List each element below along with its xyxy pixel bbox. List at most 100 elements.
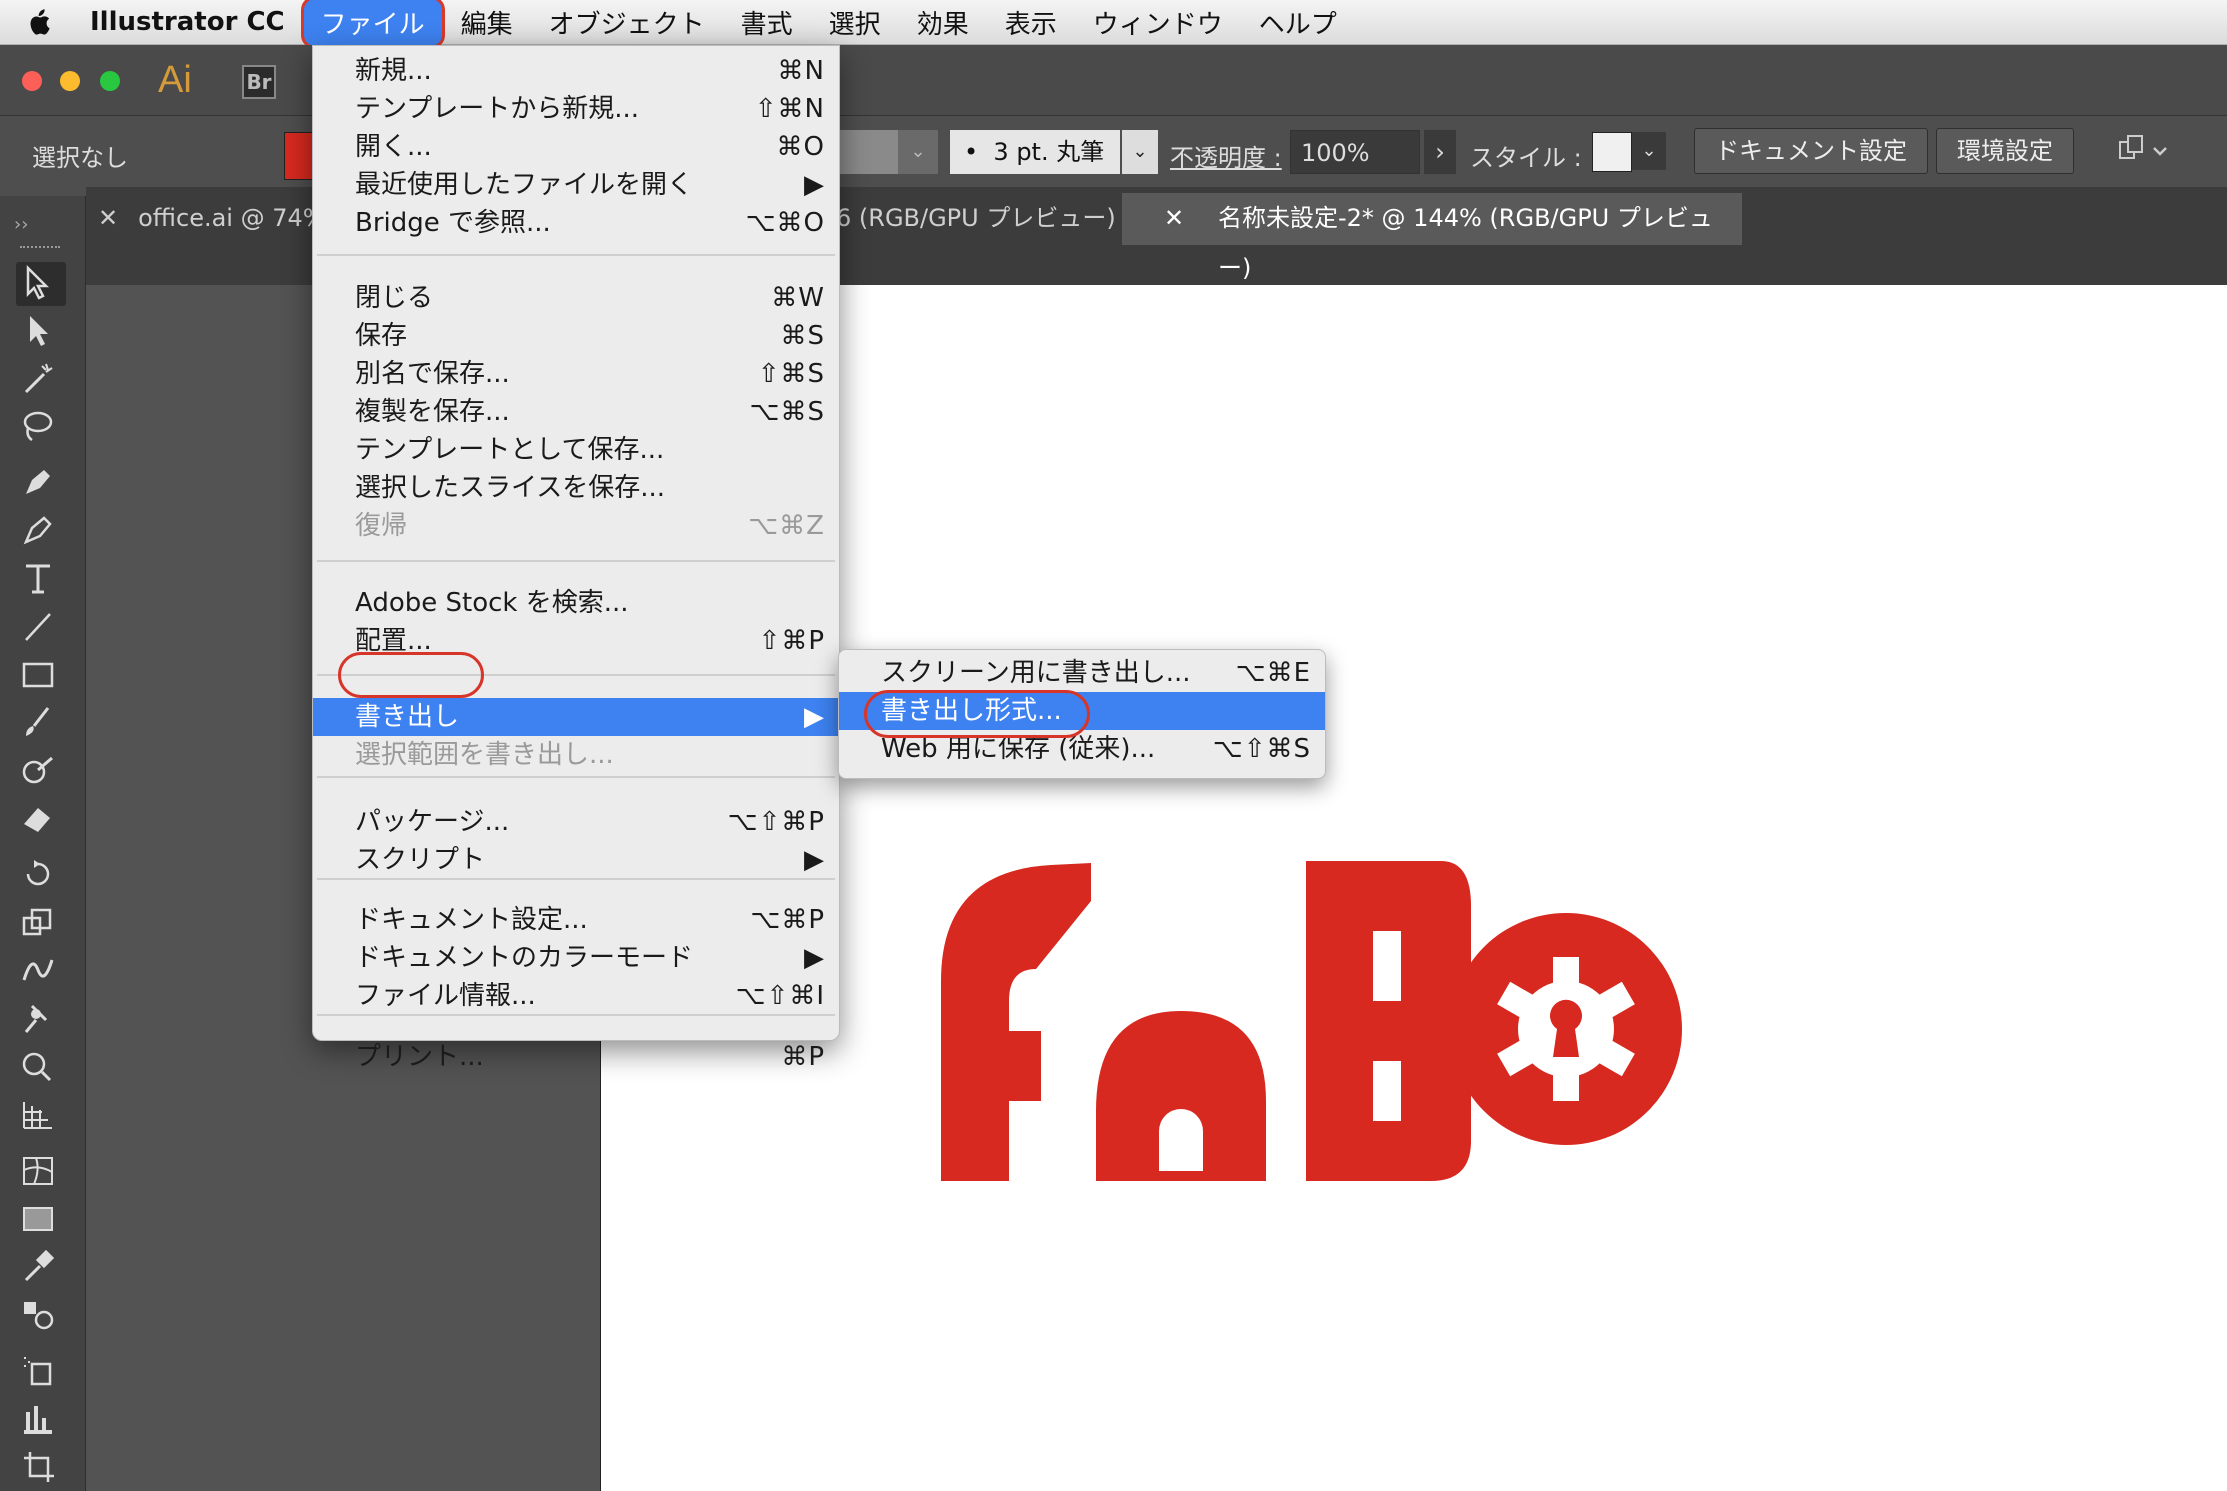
menu-item-shortcut: ⌘W (771, 283, 825, 313)
arrange-documents-icon[interactable] (2116, 134, 2172, 176)
panel-grip[interactable] (20, 246, 60, 252)
menu-item-open-recent[interactable]: 最近使用したファイルを開く ▶ (313, 166, 839, 204)
menu-item-shortcut: ⌘P (781, 1042, 825, 1072)
menu-item-package[interactable]: パッケージ... ⌥⇧⌘P (313, 803, 839, 841)
app-name[interactable]: Illustrator CC (90, 7, 285, 37)
menu-item-close[interactable]: 閉じる ⌘W (313, 279, 839, 317)
fill-color-swatch[interactable] (284, 132, 314, 180)
close-tab-icon[interactable]: ✕ (1164, 193, 1184, 243)
shaper-tool-icon[interactable] (18, 750, 66, 790)
menu-item-shortcut: ⌥⌘Z (748, 511, 825, 541)
rotate-tool-icon[interactable] (18, 854, 66, 894)
menu-effect[interactable]: 効果 (899, 0, 987, 47)
blend-tool-icon[interactable] (18, 1294, 66, 1334)
menu-help[interactable]: ヘルプ (1241, 0, 1355, 47)
perspective-grid-tool-icon[interactable] (18, 1094, 66, 1134)
document-settings-button[interactable]: ドキュメント設定 (1694, 128, 1928, 174)
selection-tool-icon[interactable] (16, 262, 66, 306)
stroke-weight-field[interactable] (838, 130, 898, 174)
menu-item-shortcut: ⌥⌘O (745, 208, 825, 238)
magic-wand-tool-icon[interactable] (18, 358, 66, 398)
menu-view[interactable]: 表示 (987, 0, 1075, 47)
brush-dropdown-icon[interactable]: ⌄ (1122, 130, 1158, 174)
menu-item-save[interactable]: 保存 ⌘S (313, 317, 839, 355)
bridge-button[interactable]: Br (242, 65, 276, 99)
brush-definition-field[interactable]: • 3 pt. 丸筆 (950, 130, 1120, 174)
panel-collapse-icon[interactable]: ›› (14, 214, 28, 235)
stroke-dropdown-icon[interactable]: ⌄ (898, 130, 938, 174)
close-tab-icon[interactable]: ✕ (98, 204, 118, 232)
tab-hidden-document[interactable]: 6 (RGB/GPU プレビュー) (836, 193, 1116, 243)
artboard-tool-icon[interactable] (18, 1446, 66, 1486)
menu-item-label: 書き出し (355, 702, 460, 732)
menu-object[interactable]: オブジェクト (531, 0, 723, 47)
shape-builder-tool-icon[interactable] (18, 1046, 66, 1086)
menu-item-label: スクリプト (355, 845, 486, 875)
tab-office[interactable]: ✕ office.ai @ 74% ( (86, 193, 343, 243)
menu-type[interactable]: 書式 (723, 0, 811, 47)
menu-item-place[interactable]: 配置... ⇧⌘P (313, 622, 839, 660)
submenu-item-export-as[interactable]: 書き出し形式... (839, 692, 1325, 730)
direct-selection-tool-icon[interactable] (18, 310, 66, 350)
preferences-button[interactable]: 環境設定 (1936, 128, 2074, 174)
tab-label: 名称未設定-2* @ 144% (RGB/GPU プレビュー) (1218, 204, 1713, 282)
menu-item-revert: 復帰 ⌥⌘Z (313, 507, 839, 545)
menu-window[interactable]: ウィンドウ (1075, 0, 1241, 47)
pen-tool-icon[interactable] (18, 462, 66, 502)
menu-item-new[interactable]: 新規... ⌘N (313, 52, 839, 90)
menu-select[interactable]: 選択 (811, 0, 899, 47)
export-submenu: スクリーン用に書き出し... ⌥⌘E 書き出し形式... Web 用に保存 (従来).… (838, 649, 1326, 779)
minimize-window-button[interactable] (60, 71, 80, 91)
menu-item-shortcut: ⌥⌘S (749, 397, 825, 427)
menu-item-label: 閉じる (355, 283, 434, 313)
menu-item-new-from-template[interactable]: テンプレートから新規... ⇧⌘N (313, 90, 839, 128)
lasso-tool-icon[interactable] (18, 406, 66, 446)
column-graph-tool-icon[interactable] (18, 1398, 66, 1438)
menu-file[interactable]: ファイル (300, 0, 445, 49)
symbol-sprayer-tool-icon[interactable] (18, 1350, 66, 1390)
puppet-warp-tool-icon[interactable] (18, 998, 66, 1038)
menu-item-scripts[interactable]: スクリプト ▶ (313, 841, 839, 879)
close-window-button[interactable] (22, 71, 42, 91)
mesh-tool-icon[interactable] (18, 1150, 66, 1190)
menu-item-save-a-copy[interactable]: 複製を保存... ⌥⌘S (313, 393, 839, 431)
rectangle-tool-icon[interactable] (18, 654, 66, 694)
eyedropper-tool-icon[interactable] (18, 1246, 66, 1286)
menu-item-browse-in-bridge[interactable]: Bridge で参照... ⌥⌘O (313, 204, 839, 242)
menu-item-label: 複製を保存... (355, 397, 510, 427)
opacity-arrow-icon[interactable]: › (1424, 130, 1456, 174)
menu-item-export[interactable]: 書き出し ▶ (313, 698, 839, 736)
curvature-tool-icon[interactable] (18, 510, 66, 550)
width-tool-icon[interactable] (18, 950, 66, 990)
tab-untitled-2[interactable]: ✕ 名称未設定-2* @ 144% (RGB/GPU プレビュー) (1122, 193, 1742, 282)
line-tool-icon[interactable] (18, 606, 66, 646)
menu-item-save-selected-slices[interactable]: 選択したスライスを保存... (313, 469, 839, 507)
menu-item-file-info[interactable]: ファイル情報... ⌥⇧⌘I (313, 977, 839, 1015)
graphic-style-swatch[interactable] (1592, 132, 1632, 172)
menu-item-document-setup[interactable]: ドキュメント設定... ⌥⌘P (313, 901, 839, 939)
opacity-label[interactable]: 不透明度 : (1170, 138, 1282, 173)
menu-edit[interactable]: 編集 (443, 0, 531, 47)
logo-letter-a (1096, 1011, 1266, 1181)
eraser-tool-icon[interactable] (18, 798, 66, 838)
artboard[interactable] (600, 285, 2227, 1491)
menu-separator (317, 560, 835, 562)
menu-item-print[interactable]: プリント... ⌘P (313, 1038, 839, 1076)
menu-item-open[interactable]: 開く... ⌘O (313, 128, 839, 166)
menu-item-document-color-mode[interactable]: ドキュメントのカラーモード ▶ (313, 939, 839, 977)
scale-tool-icon[interactable] (18, 902, 66, 942)
submenu-item-export-for-screens[interactable]: スクリーン用に書き出し... ⌥⌘E (839, 654, 1325, 692)
zoom-window-button[interactable] (100, 71, 120, 91)
fabo-logo[interactable] (941, 861, 1951, 1181)
apple-icon[interactable] (12, 8, 64, 36)
type-tool-icon[interactable] (18, 558, 66, 598)
submenu-item-save-for-web-legacy[interactable]: Web 用に保存 (従来)... ⌥⇧⌘S (839, 730, 1325, 768)
menu-item-save-as[interactable]: 別名で保存... ⇧⌘S (313, 355, 839, 393)
menu-item-search-adobe-stock[interactable]: Adobe Stock を検索... (313, 584, 839, 622)
gradient-tool-icon[interactable] (18, 1198, 66, 1238)
paintbrush-tool-icon[interactable] (18, 702, 66, 742)
style-dropdown-icon[interactable]: ⌄ (1632, 132, 1666, 170)
menu-item-save-as-template[interactable]: テンプレートとして保存... (313, 431, 839, 469)
menu-item-label: 選択範囲を書き出し... (355, 740, 614, 770)
opacity-input[interactable]: 100% (1290, 130, 1420, 174)
